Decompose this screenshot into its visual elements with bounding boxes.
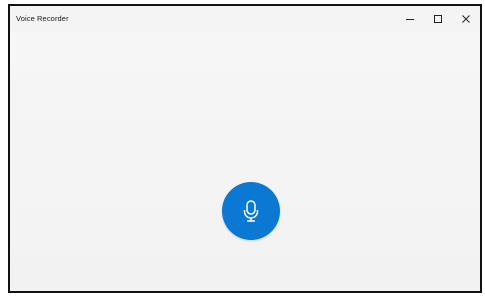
caption-buttons xyxy=(396,6,480,32)
voice-recorder-window: Voice Recorder xyxy=(8,4,482,293)
close-icon xyxy=(461,14,471,24)
minimize-button[interactable] xyxy=(396,6,424,32)
minimize-icon xyxy=(405,14,415,24)
close-button[interactable] xyxy=(452,6,480,32)
maximize-icon xyxy=(433,14,443,24)
recorder-content xyxy=(10,32,480,291)
window-title: Voice Recorder xyxy=(16,14,69,23)
maximize-button[interactable] xyxy=(424,6,452,32)
title-bar[interactable]: Voice Recorder xyxy=(10,6,480,32)
microphone-icon xyxy=(241,199,261,223)
record-button[interactable] xyxy=(222,182,280,240)
